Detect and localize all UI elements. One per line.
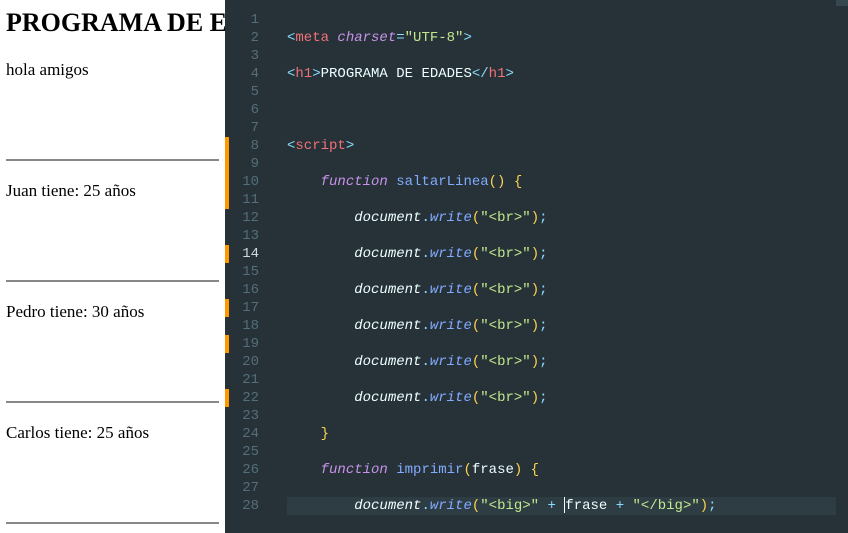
hr [6, 523, 219, 524]
output-line-4: Carlos tiene: 25 años [6, 423, 219, 443]
output-line-1: hola amigos [6, 60, 219, 80]
page-heading: PROGRAMA DE EDADES [6, 8, 219, 38]
editor-scrollbar[interactable] [836, 0, 848, 533]
output-line-2: Juan tiene: 25 años [6, 181, 219, 201]
line-number-gutter: 1 2 3 4 5 6 7 8 9 10 11 12 13 14 15 16 1… [225, 0, 277, 533]
code-content[interactable]: <meta charset="UTF-8"> <h1>PROGRAMA DE E… [277, 0, 836, 533]
code-editor[interactable]: 1 2 3 4 5 6 7 8 9 10 11 12 13 14 15 16 1… [225, 0, 848, 533]
output-line-3: Pedro tiene: 30 años [6, 302, 219, 322]
browser-preview-pane: PROGRAMA DE EDADES hola amigos Juan tien… [0, 0, 225, 533]
